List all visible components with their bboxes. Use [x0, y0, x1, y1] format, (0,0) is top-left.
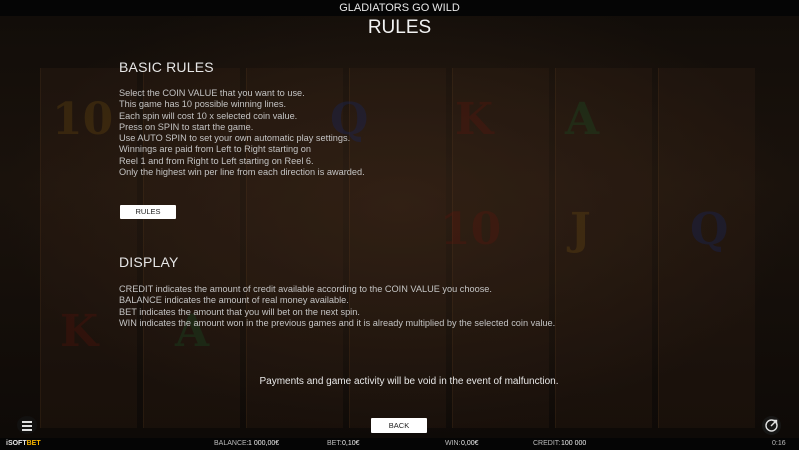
basic-rules-text: Select the COIN VALUE that you want to u…	[119, 88, 365, 178]
exit-icon	[765, 419, 778, 432]
balance-value: 1 000,00€	[248, 440, 280, 447]
window-title: GLADIATORS GO WILD	[0, 0, 799, 16]
brand-logo: iSOFTBET	[6, 438, 41, 450]
display-line: BALANCE indicates the amount of real mon…	[119, 295, 349, 306]
brand-suffix: BET	[26, 440, 41, 447]
rule-line: Each spin will cost 10 x selected coin v…	[119, 110, 298, 121]
win-label: WIN:	[445, 440, 461, 447]
malfunction-disclaimer: Payments and game activity will be void …	[259, 376, 559, 387]
background-symbol: J	[570, 204, 591, 255]
game-background: 10 Q K A 10 J Q K A	[0, 16, 799, 438]
background-symbol: Q	[690, 204, 729, 255]
win-value: 0,00€	[461, 440, 479, 447]
page-title: RULES	[367, 17, 432, 38]
rule-line: Select the COIN VALUE that you want to u…	[119, 88, 305, 98]
rule-line: Only the highest win per line from each …	[119, 167, 365, 178]
background-symbol: 10	[440, 204, 502, 255]
brand-prefix: iSOFT	[6, 440, 27, 447]
rule-line: Winnings are paid from Left to Right sta…	[119, 144, 312, 155]
basic-rules-heading: BASIC RULES	[119, 59, 214, 75]
display-line: CREDIT indicates the amount of credit av…	[119, 284, 492, 294]
rule-line: This game has 10 possible winning lines.	[119, 99, 286, 110]
menu-icon-bar	[22, 429, 32, 431]
rule-line: Reel 1 and from Right to Left starting o…	[119, 155, 314, 166]
exit-button[interactable]	[762, 416, 781, 435]
menu-button[interactable]	[17, 416, 37, 434]
rule-line: Use AUTO SPIN to set your own automatic …	[119, 133, 351, 144]
balance-label: BALANCE:	[214, 440, 249, 447]
display-line: WIN indicates the amount won in the prev…	[119, 317, 556, 328]
display-line: BET indicates the amount that you will b…	[119, 306, 360, 317]
rules-button[interactable]: RULES	[120, 205, 176, 219]
bet-label: BET:	[327, 440, 342, 447]
status-bar: iSOFTBET BALANCE: 1 000,00€ BET: 0,10€ W…	[0, 438, 799, 450]
background-symbol: K	[455, 94, 494, 145]
display-heading: DISPLAY	[119, 254, 179, 270]
rule-line: Press on SPIN to start the game.	[119, 121, 254, 132]
clock: 0:16	[772, 440, 786, 447]
background-symbol: 10	[52, 94, 114, 145]
credit-label: CREDIT:	[533, 440, 561, 447]
display-text: CREDIT indicates the amount of credit av…	[119, 284, 555, 329]
credit-value: 100 000	[561, 440, 587, 447]
bet-value: 0,10€	[342, 440, 360, 447]
back-button[interactable]: BACK	[371, 418, 427, 433]
background-symbol: A	[565, 94, 600, 145]
background-symbol: K	[60, 306, 99, 357]
menu-icon	[22, 421, 32, 423]
menu-icon-bar	[22, 425, 32, 427]
